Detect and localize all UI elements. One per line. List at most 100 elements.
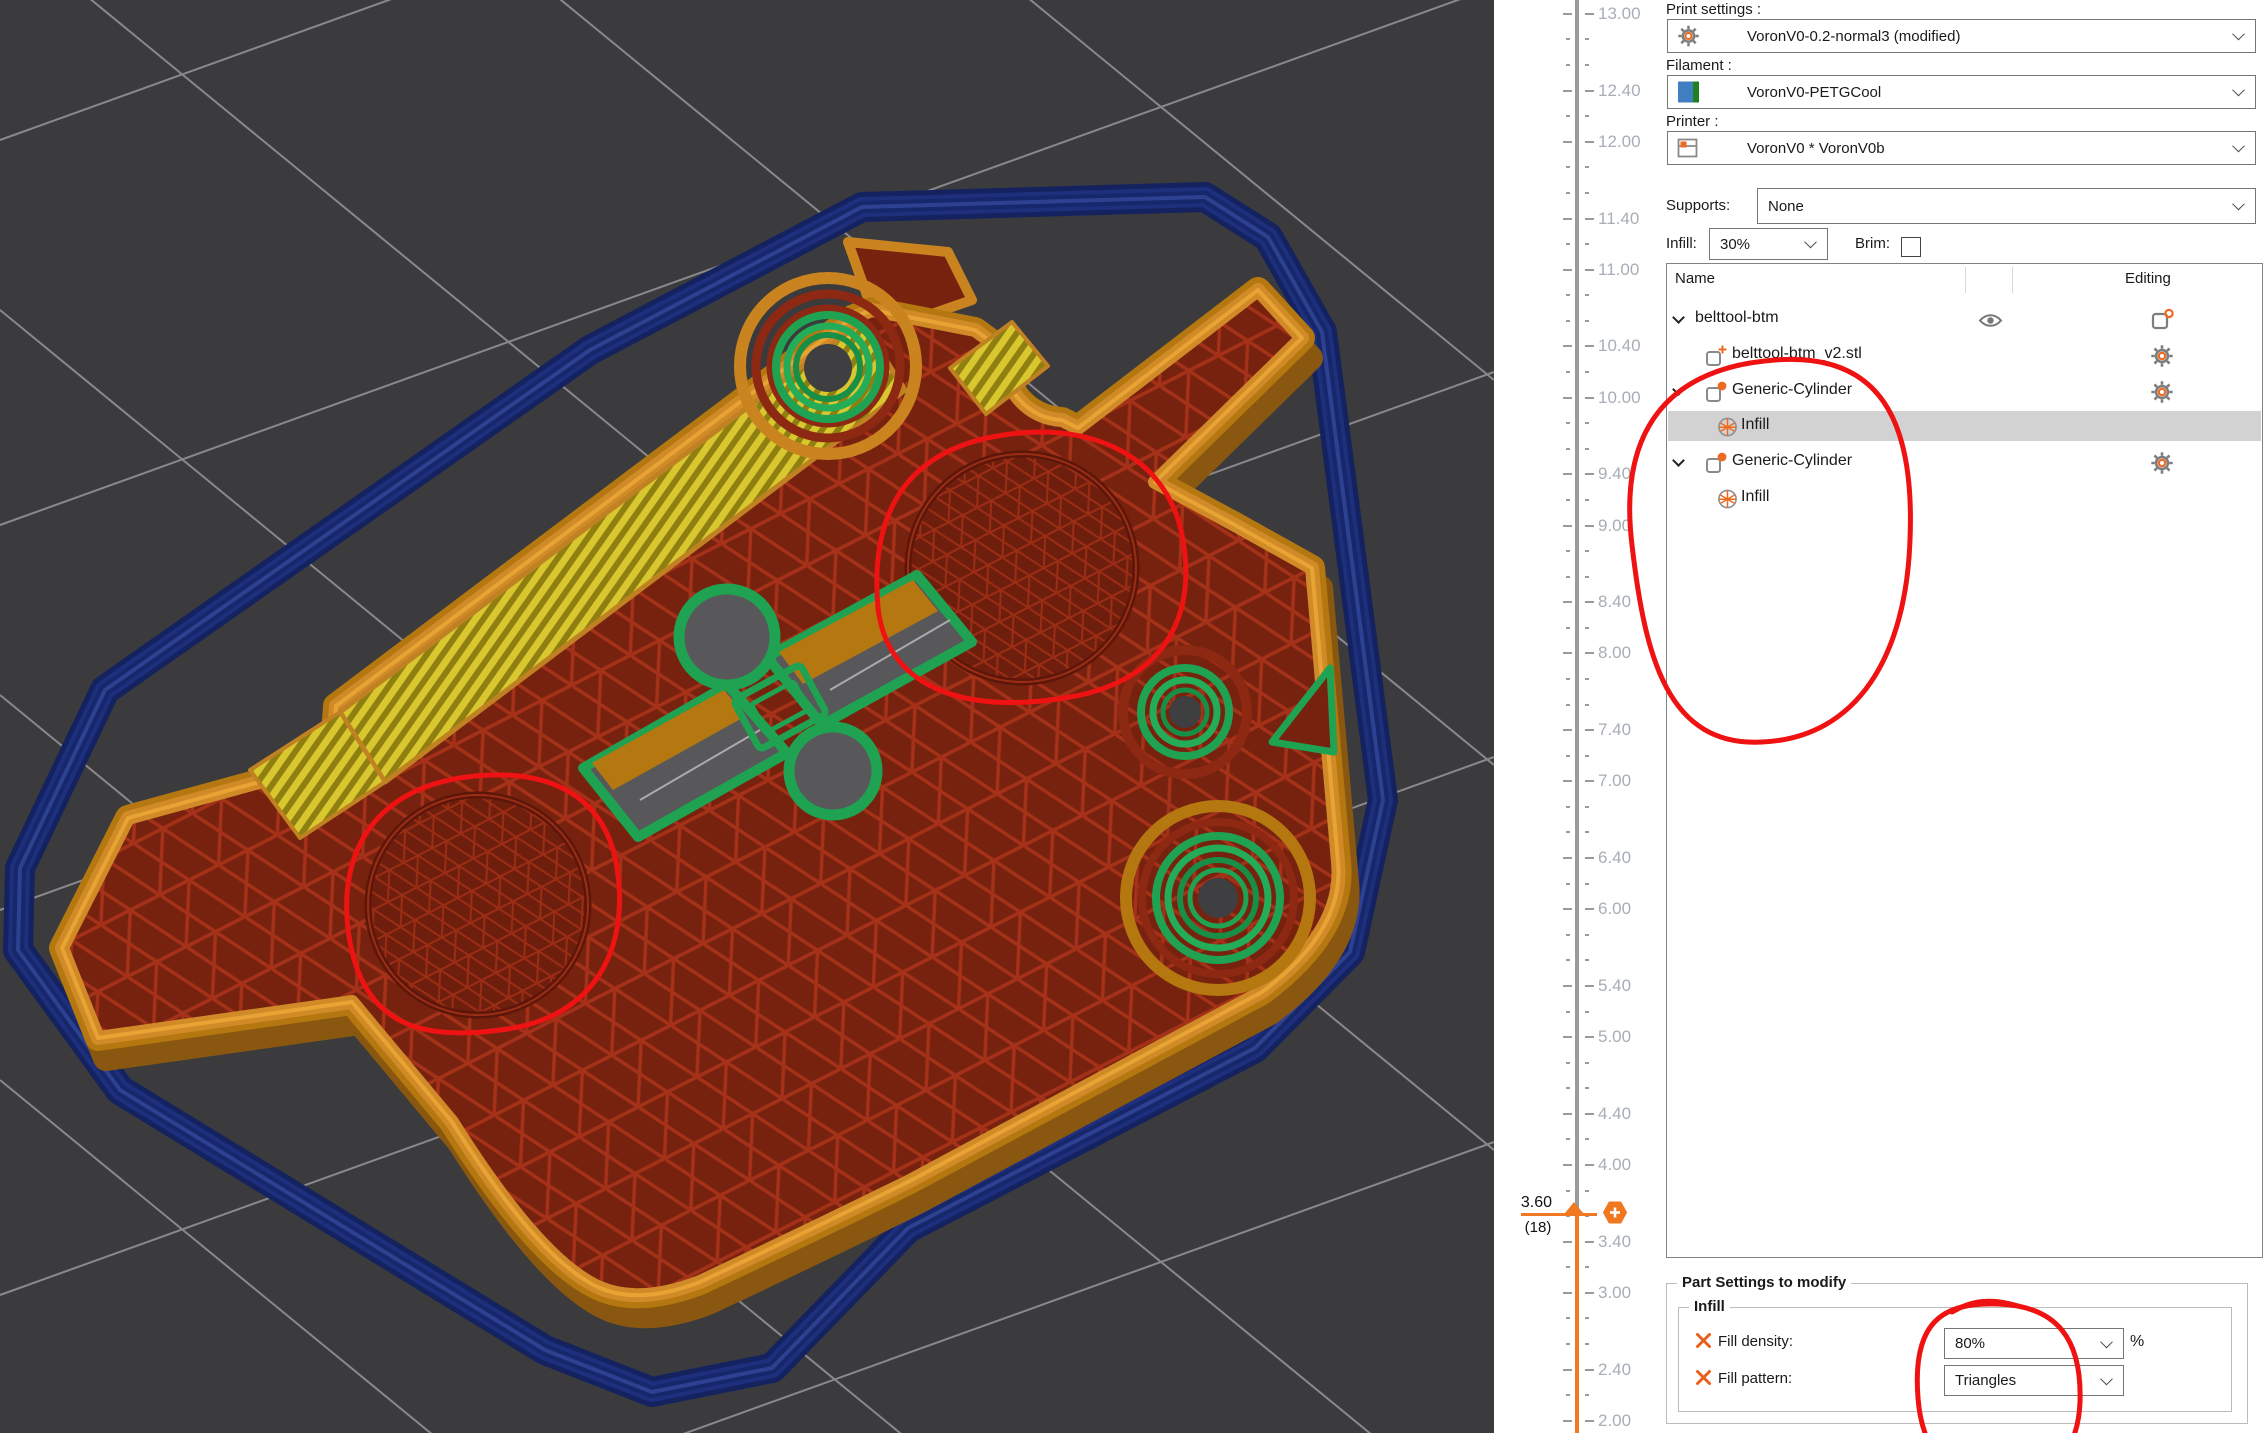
layer-tick xyxy=(1563,601,1572,603)
layer-tick xyxy=(1563,985,1572,987)
gear-icon[interactable] xyxy=(2150,380,2174,404)
infill-value: 30% xyxy=(1720,236,1750,253)
layer-tick xyxy=(1563,1241,1572,1243)
layer-height-label: 8.40 xyxy=(1598,592,1658,612)
add-height-range-button[interactable] xyxy=(1603,1201,1627,1224)
layer-height-label: 7.40 xyxy=(1598,720,1658,740)
layer-tick xyxy=(1563,473,1572,475)
gear-icon[interactable] xyxy=(2150,451,2174,475)
gear-icon[interactable] xyxy=(2150,344,2174,368)
tree-row-generic-cylinder[interactable]: Generic-Cylinder xyxy=(1668,376,2261,406)
printer-combo[interactable]: VoronV0 * VoronV0b xyxy=(1667,131,2256,165)
tree-row-belttool-btm[interactable]: belttool-btm xyxy=(1668,304,2261,334)
remove-fill-density-button[interactable] xyxy=(1695,1332,1712,1349)
layer-tick xyxy=(1566,192,1570,194)
fill-pattern-combo[interactable]: Triangles xyxy=(1944,1365,2124,1396)
layer-tick xyxy=(1566,294,1570,296)
layer-tick xyxy=(1563,1036,1572,1038)
tree-row-infill[interactable]: Infill xyxy=(1668,483,2261,513)
filament-combo[interactable]: VoronV0-PETGCool xyxy=(1667,75,2256,109)
layer-slider[interactable]: 13.0012.4012.0011.4011.0010.4010.009.409… xyxy=(1494,0,1664,1433)
infill-combo[interactable]: 30% xyxy=(1709,228,1828,260)
column-header-editing[interactable]: Editing xyxy=(2125,270,2171,287)
layer-tick xyxy=(1585,1394,1589,1396)
layer-tick xyxy=(1585,1062,1589,1064)
layer-tick xyxy=(1566,1087,1570,1089)
layer-height-label: 3.00 xyxy=(1598,1283,1658,1303)
supports-combo[interactable]: None xyxy=(1757,188,2256,224)
layer-tick xyxy=(1585,64,1589,66)
layer-tick xyxy=(1566,371,1570,373)
remove-fill-pattern-button[interactable] xyxy=(1695,1369,1712,1386)
layer-tick xyxy=(1585,1036,1594,1038)
print-settings-combo[interactable]: VoronV0-0.2-normal3 (modified) xyxy=(1667,19,2256,53)
tree-row-generic-cylinder[interactable]: Generic-Cylinder xyxy=(1668,447,2261,477)
layer-tick xyxy=(1585,755,1589,757)
tree-item-label: Infill xyxy=(1741,416,1769,434)
layer-tick xyxy=(1566,448,1570,450)
layer-tick xyxy=(1585,269,1594,271)
layer-height-label: 8.00 xyxy=(1598,643,1658,663)
plus-hexagon-icon xyxy=(1603,1201,1627,1224)
layer-tick xyxy=(1585,345,1594,347)
print-settings-label: Print settings : xyxy=(1666,1,1761,18)
layer-tick xyxy=(1585,1292,1594,1294)
layer-height-label: 11.40 xyxy=(1598,209,1658,229)
brim-checkbox[interactable] xyxy=(1901,237,1921,257)
chevron-down-icon xyxy=(2100,1335,2113,1348)
3d-viewport[interactable] xyxy=(0,0,1494,1433)
layer-tick xyxy=(1563,141,1572,143)
expander-chevron-icon[interactable] xyxy=(1672,311,1685,324)
fill-density-unit: % xyxy=(2130,1333,2144,1351)
layer-tick xyxy=(1566,1317,1570,1319)
expander-chevron-icon[interactable] xyxy=(1672,383,1685,396)
layer-slider-track-active[interactable] xyxy=(1575,1215,1579,1433)
layer-tick xyxy=(1563,1113,1572,1115)
layer-height-label: 6.40 xyxy=(1598,848,1658,868)
layer-tick xyxy=(1566,38,1570,40)
layer-tick xyxy=(1566,115,1570,117)
layer-tick xyxy=(1585,243,1589,245)
current-layer-height: 3.60 xyxy=(1508,1194,1552,1212)
fill-density-combo[interactable]: 80% xyxy=(1944,1328,2124,1359)
layer-tick xyxy=(1585,320,1589,322)
current-layer-line xyxy=(1521,1213,1597,1216)
screw-boss-right xyxy=(1123,650,1247,774)
layer-tick xyxy=(1563,908,1572,910)
chevron-down-icon xyxy=(2232,198,2245,211)
layer-tick xyxy=(1585,13,1594,15)
layer-tick xyxy=(1585,806,1589,808)
fill-density-label: Fill density: xyxy=(1718,1333,1793,1350)
layer-tick xyxy=(1585,499,1589,501)
layer-slider-track[interactable] xyxy=(1575,0,1579,1215)
object-settings-icon[interactable] xyxy=(2150,308,2174,332)
layer-slider-handle[interactable] xyxy=(1565,1202,1583,1213)
layer-tick xyxy=(1585,1164,1594,1166)
layer-tick xyxy=(1585,1343,1589,1345)
layer-tick xyxy=(1566,243,1570,245)
layer-tick xyxy=(1566,64,1570,66)
tree-row-belttool-btm-v2-stl[interactable]: belttool-btm_v2.stl xyxy=(1668,340,2261,370)
layer-tick xyxy=(1585,780,1594,782)
layer-tick xyxy=(1585,294,1589,296)
layer-tick xyxy=(1566,320,1570,322)
column-header-name[interactable]: Name xyxy=(1675,270,1715,287)
layer-tick xyxy=(1585,1266,1589,1268)
layer-tick xyxy=(1585,371,1589,373)
layer-tick xyxy=(1563,780,1572,782)
expander-chevron-icon[interactable] xyxy=(1672,454,1685,467)
infill-group-title: Infill xyxy=(1689,1298,1730,1315)
eye-icon[interactable] xyxy=(1978,312,2003,329)
object-tree: Name Editing belttool-btm belttool-btm_v2… xyxy=(1666,263,2263,1258)
layer-tick xyxy=(1566,806,1570,808)
layer-tick xyxy=(1585,652,1594,654)
layer-tick xyxy=(1566,934,1570,936)
layer-tick xyxy=(1566,678,1570,680)
layer-tick xyxy=(1563,729,1572,731)
printer-icon xyxy=(1677,138,1698,159)
layer-tick xyxy=(1585,1011,1589,1013)
layer-tick xyxy=(1563,397,1572,399)
layer-tick xyxy=(1563,218,1572,220)
tree-item-label: belttool-btm xyxy=(1695,309,1779,327)
tree-row-infill[interactable]: Infill xyxy=(1668,411,2261,441)
